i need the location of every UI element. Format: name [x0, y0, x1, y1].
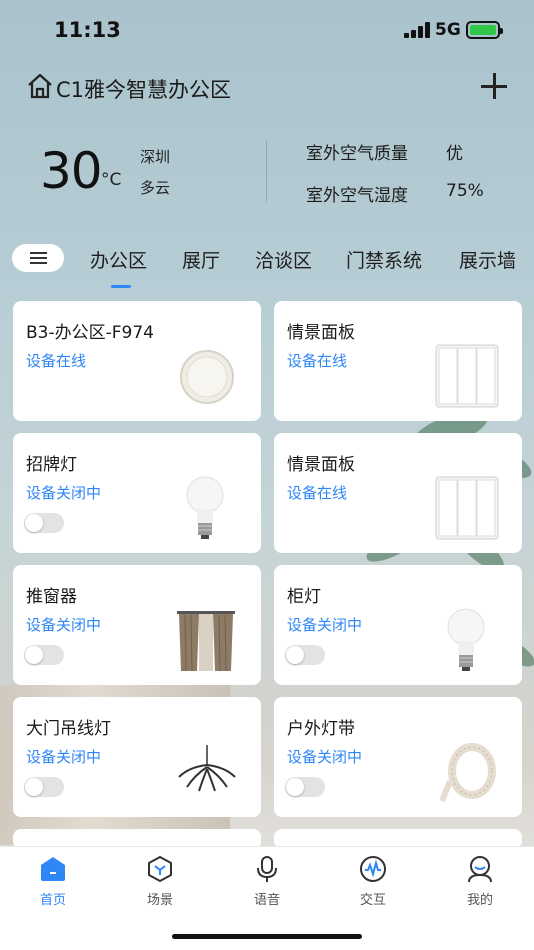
network-type: 5G [435, 20, 461, 40]
home-title[interactable]: C1雅今智慧办公区 [56, 74, 231, 104]
device-status: 设备在线 [26, 352, 87, 370]
device-name: 推窗器 [26, 587, 77, 607]
device-card[interactable]: 情景面板 设备在线 [274, 433, 522, 553]
nav-profile-label: 我的 [466, 893, 493, 908]
device-status: 设备关闭中 [26, 748, 102, 766]
bulb-icon [186, 476, 224, 539]
curtain-icon [177, 611, 235, 672]
tab-access-control[interactable]: 门禁系统 [346, 246, 422, 273]
device-name: 情景面板 [287, 323, 355, 343]
chandelier-icon [178, 745, 236, 792]
power-toggle[interactable] [285, 645, 325, 665]
device-status: 设备在线 [287, 484, 348, 502]
device-name: 招牌灯 [26, 455, 77, 475]
nav-scene-label: 场景 [146, 893, 173, 908]
power-toggle[interactable] [24, 777, 64, 797]
temperature-unit: °C [101, 170, 122, 190]
weather-city: 深圳 [140, 148, 171, 166]
humidity-value: 75% [446, 181, 484, 201]
microphone-icon [257, 856, 277, 882]
weather-condition: 多云 [140, 179, 171, 197]
nav-home-label: 首页 [39, 893, 66, 908]
nav-voice[interactable]: 语音 [232, 855, 302, 911]
tab-office[interactable]: 办公区 [90, 246, 147, 273]
device-status: 设备关闭中 [287, 616, 363, 634]
device-name: 柜灯 [287, 587, 321, 607]
status-bar: 11:13 5G [0, 0, 534, 60]
scene-panel-icon [435, 344, 499, 408]
device-name: 情景面板 [287, 455, 355, 475]
tab-meeting-area[interactable]: 洽谈区 [255, 246, 312, 273]
scene-panel-icon [435, 476, 499, 540]
scene-icon [148, 855, 172, 883]
cellular-signal-icon [404, 22, 430, 38]
light-strip-icon [440, 743, 496, 803]
device-card[interactable]: 情景面板 设备在线 [274, 301, 522, 421]
device-card[interactable]: 推窗器 设备关闭中 [13, 565, 261, 685]
power-toggle[interactable] [24, 513, 64, 533]
tab-display-wall[interactable]: 展示墙 [459, 246, 516, 273]
status-time: 11:13 [54, 18, 121, 42]
tab-showroom[interactable]: 展厅 [182, 246, 220, 273]
air-quality-label: 室外空气质量 [306, 144, 408, 164]
nav-profile[interactable]: 我的 [445, 855, 515, 911]
nav-interaction-label: 交互 [359, 893, 386, 908]
active-tab-indicator [111, 285, 131, 288]
add-device-button[interactable] [478, 70, 510, 102]
round-switch-icon [180, 350, 234, 404]
device-status: 设备关闭中 [26, 616, 102, 634]
nav-home[interactable]: 首页 [18, 855, 88, 911]
battery-charging-icon [466, 21, 503, 39]
device-card[interactable]: 大门吊线灯 设备关闭中 [13, 697, 261, 817]
device-card[interactable]: 招牌灯 设备关闭中 [13, 433, 261, 553]
device-status: 设备关闭中 [287, 748, 363, 766]
nav-scene[interactable]: 场景 [125, 855, 195, 911]
device-name: B3-办公区-F974 [26, 323, 154, 343]
power-toggle[interactable] [285, 777, 325, 797]
humidity-label: 室外空气湿度 [306, 186, 408, 206]
nav-interaction[interactable]: 交互 [338, 855, 408, 911]
device-card[interactable]: 户外灯带 设备关闭中 [274, 697, 522, 817]
bulb-icon [447, 608, 485, 671]
home-icon[interactable] [26, 72, 54, 100]
device-name: 户外灯带 [287, 719, 355, 739]
weather-divider [266, 140, 267, 202]
room-menu-button[interactable] [12, 244, 64, 272]
profile-icon [468, 856, 492, 883]
power-toggle[interactable] [24, 645, 64, 665]
nav-voice-label: 语音 [253, 893, 280, 908]
air-quality-value: 优 [446, 144, 463, 164]
device-name: 大门吊线灯 [26, 719, 111, 739]
device-status: 设备关闭中 [26, 484, 102, 502]
temperature-value: 30 [40, 142, 103, 200]
device-card[interactable]: B3-办公区-F974 设备在线 [13, 301, 261, 421]
device-card[interactable]: 柜灯 设备关闭中 [274, 565, 522, 685]
interaction-icon [360, 856, 386, 882]
home-indicator[interactable] [172, 934, 362, 939]
device-status: 设备在线 [287, 352, 348, 370]
home-tab-icon [41, 857, 65, 881]
